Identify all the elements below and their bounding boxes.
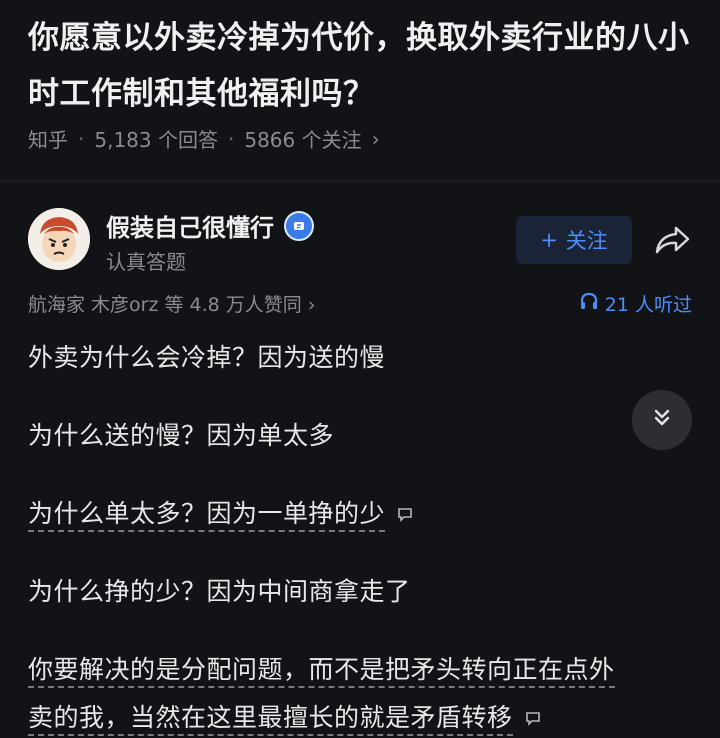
question-meta[interactable]: 知乎 · 5,183 个回答 · 5866 个关注 › xyxy=(28,124,380,153)
question-title[interactable]: 你愿意以外卖冷掉为代价，换取外卖行业的八小时工作制和其他福利吗？ xyxy=(28,10,698,122)
answer-paragraph[interactable]: 为什么单太多？因为一单挣的少 xyxy=(28,494,413,532)
annotated-text[interactable]: 你要解决的是分配问题，而不是把矛头转向正在点外 xyxy=(28,655,615,688)
author-bio: 认真答题 xyxy=(106,250,186,274)
annotated-text[interactable]: 为什么单太多？因为一单挣的少 xyxy=(28,499,386,532)
author-name-label: 假装自己很懂行 xyxy=(106,214,274,242)
comment-icon[interactable] xyxy=(397,499,413,528)
answer-paragraph: 为什么挣的少？因为中间商拿走了 xyxy=(28,577,411,606)
answer-paragraph[interactable]: 卖的我，当然在这里最擅长的就是矛盾转移 xyxy=(28,698,541,736)
listen-label: 21 人听过 xyxy=(604,294,692,316)
separator-dot: · xyxy=(78,126,85,151)
comment-icon[interactable] xyxy=(525,703,541,732)
author-name[interactable]: 假装自己很懂行 xyxy=(106,208,314,243)
share-icon[interactable] xyxy=(652,222,692,258)
chevron-right-icon: › xyxy=(371,126,380,151)
source-label: 知乎 xyxy=(28,128,68,152)
follower-count: 5866 个关注 xyxy=(244,128,362,152)
plus-icon: + xyxy=(540,228,558,252)
answer-paragraph[interactable]: 你要解决的是分配问题，而不是把矛头转向正在点外 xyxy=(28,650,615,688)
listen-count[interactable]: 21 人听过 xyxy=(579,290,692,317)
follow-button[interactable]: + 关注 xyxy=(516,216,632,264)
answer-paragraph: 外卖为什么会冷掉？因为送的慢 xyxy=(28,343,386,372)
headphone-icon xyxy=(579,291,599,316)
collapse-button[interactable] xyxy=(632,390,692,450)
double-chevron-down-icon xyxy=(651,407,673,433)
avatar[interactable] xyxy=(28,208,90,270)
follow-label: 关注 xyxy=(565,229,608,253)
annotated-text[interactable]: 卖的我，当然在这里最擅长的就是矛盾转移 xyxy=(28,703,513,736)
separator-dot: · xyxy=(227,126,235,151)
answer-count: 5,183 个回答 xyxy=(94,128,218,152)
verified-badge-icon xyxy=(284,210,314,241)
upvoters-line[interactable]: 航海家 木彦orz 等 4.8 万人赞同 › xyxy=(28,290,315,317)
answer-paragraph: 为什么送的慢？因为单太多 xyxy=(28,421,335,450)
section-divider xyxy=(0,180,720,182)
